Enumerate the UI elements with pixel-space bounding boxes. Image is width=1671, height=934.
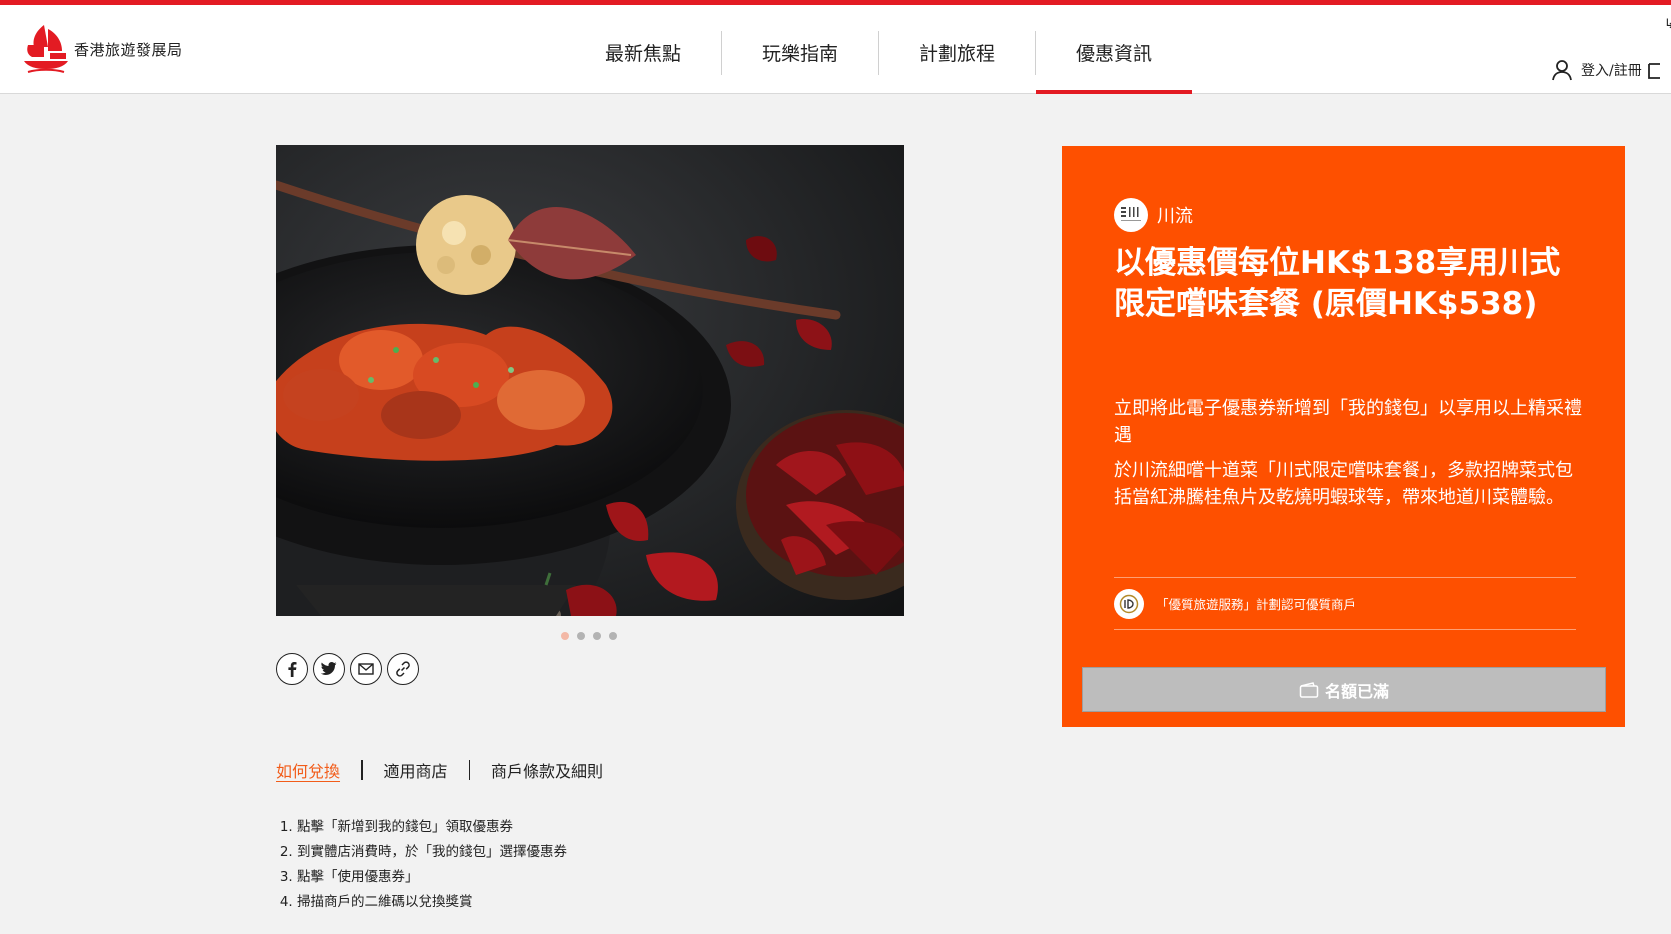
nav-item-plan-trip[interactable]: 計劃旅程 bbox=[879, 25, 1035, 93]
wallet-icon bbox=[1299, 681, 1319, 698]
junk-boat-logo-icon bbox=[24, 25, 68, 73]
carousel-dots bbox=[561, 632, 617, 640]
merchant-logo-icon bbox=[1114, 198, 1148, 232]
offer-title: 以優惠價每位HK$138享用川式限定嚐味套餐 (原價HK$538) bbox=[1114, 245, 1561, 322]
email-share-button[interactable] bbox=[350, 653, 382, 685]
carousel-dot-3[interactable] bbox=[593, 632, 601, 640]
redeem-step-1: 點擊「新增到我的錢包」領取優惠券 bbox=[297, 815, 567, 840]
merchant-name: 川流 bbox=[1157, 206, 1193, 227]
quota-full-label: 名額已滿 bbox=[1324, 681, 1389, 701]
carousel-dot-1[interactable] bbox=[561, 632, 569, 640]
site-header: 香港旅遊發展局 最新焦點 玩樂指南 計劃旅程 優惠資訊 登入/註冊 ↳ bbox=[0, 5, 1671, 94]
offer-description-menu: 於川流細嚐十道菜「川式限定嚐味套餐」，多款招牌菜式包括當紅沸騰桂魚片及乾燒明蝦球… bbox=[1114, 460, 1573, 508]
tab-divider bbox=[361, 760, 363, 780]
carousel-dot-2[interactable] bbox=[577, 632, 585, 640]
tab-how-to-redeem[interactable]: 如何兌換 bbox=[276, 758, 340, 782]
share-buttons bbox=[276, 653, 419, 685]
redeem-step-3: 點擊「使用優惠券」 bbox=[297, 865, 567, 890]
login-link[interactable]: 登入/註冊 bbox=[1551, 59, 1660, 81]
twitter-icon bbox=[321, 662, 337, 675]
detail-tabs: 如何兌換 適用商店 商戶條款及細則 bbox=[276, 758, 603, 782]
qts-badge-icon bbox=[1114, 588, 1144, 619]
main-nav: 最新焦點 玩樂指南 計劃旅程 優惠資訊 bbox=[565, 25, 1192, 94]
nav-item-offers[interactable]: 優惠資訊 bbox=[1036, 25, 1192, 94]
quota-full-button[interactable]: 名額已滿 bbox=[1082, 667, 1606, 712]
qts-text: 「優質旅遊服務」計劃認可優質商戶 bbox=[1156, 597, 1357, 612]
nav-item-latest[interactable]: 最新焦點 bbox=[565, 25, 721, 93]
login-label: 登入/註冊 bbox=[1581, 63, 1642, 79]
offer-hero-image bbox=[276, 145, 904, 616]
offer-description-wallet: 立即將此電子優惠券新增到「我的錢包」以享用以上精采禮遇 bbox=[1114, 398, 1582, 446]
hktb-logo[interactable]: 香港旅遊發展局 bbox=[22, 23, 183, 75]
link-icon bbox=[396, 661, 410, 677]
cart-icon[interactable] bbox=[1647, 61, 1660, 79]
nav-item-things-to-do[interactable]: 玩樂指南 bbox=[722, 25, 878, 93]
copy-link-button[interactable] bbox=[387, 653, 419, 685]
carousel-dot-4[interactable] bbox=[609, 632, 617, 640]
redeem-step-4: 掃描商戶的二維碼以兌換獎賞 bbox=[297, 890, 567, 915]
tab-applicable-stores[interactable]: 適用商店 bbox=[384, 758, 448, 782]
spicy-prawn-dish-photo bbox=[276, 145, 904, 616]
tab-divider bbox=[468, 760, 471, 780]
facebook-share-button[interactable] bbox=[276, 653, 308, 685]
redeem-step-2: 到實體店消費時，於「我的錢包」選擇優惠券 bbox=[297, 840, 567, 865]
qts-merchant-row: 「優質旅遊服務」計劃認可優質商戶 bbox=[1114, 577, 1576, 630]
facebook-icon bbox=[288, 662, 297, 677]
merchant-info[interactable]: 川流 bbox=[1114, 198, 1193, 232]
tab-terms-conditions[interactable]: 商戶條款及細則 bbox=[491, 758, 603, 782]
offer-card: 川流 以優惠價每位HK$138享用川式限定嚐味套餐 (原價HK$538) 立即將… bbox=[1062, 146, 1625, 727]
email-icon bbox=[358, 663, 374, 675]
redeem-steps: 點擊「新增到我的錢包」領取優惠券 到實體店消費時，於「我的錢包」選擇優惠券 點擊… bbox=[280, 815, 567, 915]
language-toggle[interactable]: ↳ bbox=[1664, 17, 1671, 32]
twitter-share-button[interactable] bbox=[313, 653, 345, 685]
logo-text: 香港旅遊發展局 bbox=[74, 40, 183, 59]
user-icon bbox=[1552, 60, 1572, 81]
